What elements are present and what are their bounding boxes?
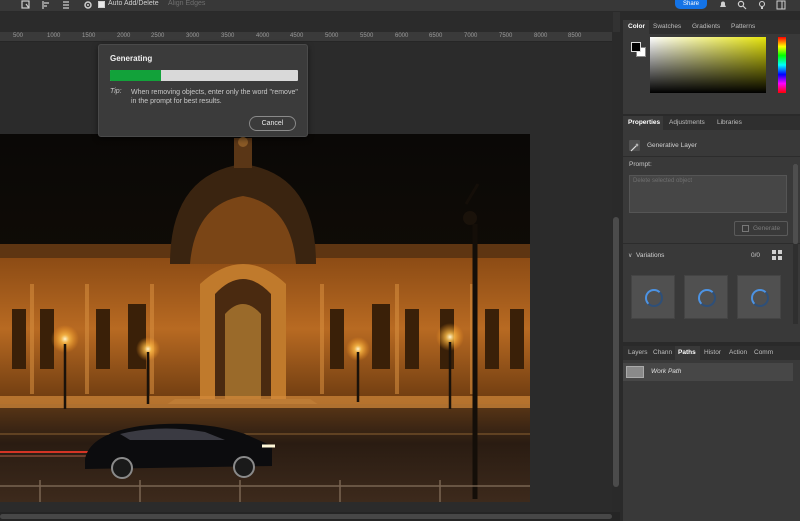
variation-thumbnail[interactable] xyxy=(737,275,781,319)
tab-adjustments[interactable]: Adjustments xyxy=(669,119,705,126)
cancel-button[interactable]: Cancel xyxy=(249,116,296,131)
tip-text: When removing objects, enter only the wo… xyxy=(131,89,298,105)
variations-label: Variations xyxy=(636,252,665,259)
tab-color[interactable]: Color xyxy=(628,23,645,30)
tab-libraries[interactable]: Libraries xyxy=(717,119,742,126)
layers-panel-tabs: Layers Chann Paths Histor Action Comm xyxy=(623,346,800,360)
properties-panel-tabs: Properties Adjustments Libraries xyxy=(623,116,800,130)
dialog-title: Generating xyxy=(110,54,153,63)
auto-add-delete-checkbox[interactable] xyxy=(98,1,105,8)
path-row[interactable]: Work Path xyxy=(623,363,793,381)
tab-paths[interactable]: Paths xyxy=(678,349,696,356)
color-panel-tabs: Color Swatches Gradients Patterns xyxy=(623,20,800,34)
path-name: Work Path xyxy=(651,368,682,375)
generative-layer-icon xyxy=(629,140,640,152)
workspace-icon[interactable] xyxy=(776,0,786,10)
ruler-label: 1500 xyxy=(82,33,96,39)
layers-panel: Layers Chann Paths Histor Action Comm Wo… xyxy=(623,346,800,521)
ruler-label: 4000 xyxy=(256,33,270,39)
ruler-label: 6000 xyxy=(395,33,409,39)
prompt-input[interactable]: Delete selected object xyxy=(629,175,787,213)
tab-patterns[interactable]: Patterns xyxy=(731,23,755,30)
gear-icon[interactable] xyxy=(83,0,93,10)
layer-type-label: Generative Layer xyxy=(647,142,697,149)
saturation-brightness-picker[interactable] xyxy=(650,37,766,93)
generate-icon xyxy=(742,225,749,232)
tab-comments[interactable]: Comm xyxy=(754,349,773,356)
tab-actions[interactable]: Action xyxy=(729,349,747,356)
tip-label: Tip: xyxy=(110,88,122,95)
ruler-label: 1000 xyxy=(47,33,61,39)
divider xyxy=(623,156,800,157)
ruler-label: 500 xyxy=(13,33,24,39)
options-bar: Auto Add/Delete Align Edges Share xyxy=(0,0,800,12)
vertical-scroll-thumb[interactable] xyxy=(613,217,619,487)
tab-history[interactable]: Histor xyxy=(704,349,721,356)
tab-gradients[interactable]: Gradients xyxy=(692,23,720,30)
right-panel-dock: Color Swatches Gradients Patterns Proper… xyxy=(620,12,800,521)
properties-scrollbar[interactable] xyxy=(793,164,798,324)
canvas-vertical-scrollbar[interactable] xyxy=(612,32,620,512)
path-thumbnail xyxy=(626,366,644,378)
properties-scroll-thumb[interactable] xyxy=(793,164,798,244)
progress-fill xyxy=(110,70,161,81)
share-button[interactable]: Share xyxy=(675,0,707,9)
align-edges-label[interactable]: Align Edges xyxy=(168,0,205,8)
generate-button[interactable]: Generate xyxy=(734,221,788,236)
loading-spinner-icon xyxy=(645,289,663,307)
tab-properties[interactable]: Properties xyxy=(628,119,660,126)
auto-add-delete-label: Auto Add/Delete xyxy=(108,0,159,7)
variation-thumbnail[interactable] xyxy=(684,275,728,319)
path-selection-icon[interactable] xyxy=(21,0,31,10)
ruler-label: 3500 xyxy=(221,33,235,39)
document-image[interactable] xyxy=(0,134,530,502)
foreground-color-swatch[interactable] xyxy=(631,42,641,52)
hue-slider[interactable] xyxy=(778,37,786,93)
divider xyxy=(623,243,800,244)
horizontal-ruler: 500 1000 1500 2000 2500 3000 3500 4000 4… xyxy=(0,32,613,42)
grid-view-icon[interactable] xyxy=(772,250,782,260)
properties-panel: Properties Adjustments Libraries Generat… xyxy=(623,116,800,342)
search-icon[interactable] xyxy=(737,0,747,10)
ruler-label: 5500 xyxy=(360,33,374,39)
progress-bar xyxy=(110,70,298,81)
ruler-label: 3000 xyxy=(186,33,200,39)
ruler-label: 7000 xyxy=(464,33,478,39)
ruler-label: 2000 xyxy=(117,33,131,39)
horizontal-scroll-thumb[interactable] xyxy=(0,514,612,519)
ruler-label: 6500 xyxy=(429,33,443,39)
bell-icon[interactable] xyxy=(718,0,728,10)
tab-layers[interactable]: Layers xyxy=(628,349,648,356)
canvas-horizontal-scrollbar[interactable] xyxy=(0,512,620,521)
path-alignment-icon[interactable] xyxy=(41,0,51,10)
generate-label: Generate xyxy=(753,225,781,232)
document-tab-row xyxy=(0,12,613,32)
loading-spinner-icon xyxy=(751,289,769,307)
path-arrangement-icon[interactable] xyxy=(61,0,71,10)
ruler-label: 7500 xyxy=(499,33,513,39)
ruler-label: 5000 xyxy=(325,33,339,39)
photoshop-window: Auto Add/Delete Align Edges Share 500 10… xyxy=(0,0,800,521)
prompt-label: Prompt: xyxy=(629,161,652,168)
ruler-label: 8000 xyxy=(534,33,548,39)
ruler-label: 8500 xyxy=(568,33,582,39)
discover-icon[interactable] xyxy=(757,0,767,10)
night-palace-photo xyxy=(0,134,530,502)
loading-spinner-icon xyxy=(698,289,716,307)
ruler-label: 4500 xyxy=(290,33,304,39)
chevron-down-icon[interactable]: ∨ xyxy=(628,252,632,259)
ruler-label: 2500 xyxy=(151,33,165,39)
variations-count: 0/0 xyxy=(751,252,761,259)
color-panel: Color Swatches Gradients Patterns xyxy=(623,20,800,114)
generating-dialog: Generating Tip: When removing objects, e… xyxy=(98,44,308,137)
tab-swatches[interactable]: Swatches xyxy=(653,23,681,30)
variation-thumbnail[interactable] xyxy=(631,275,675,319)
tab-channels[interactable]: Chann xyxy=(653,349,672,356)
